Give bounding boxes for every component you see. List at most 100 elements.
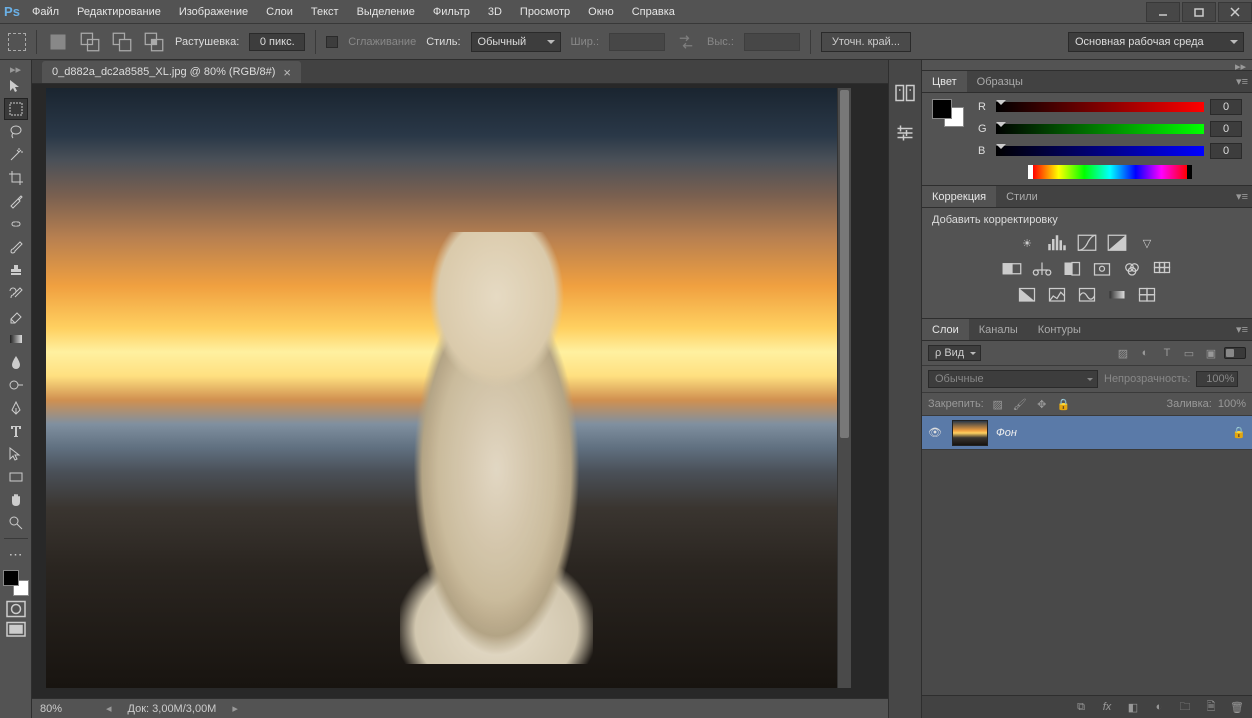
subtract-selection-icon[interactable]	[111, 31, 133, 53]
layer-visibility-icon[interactable]: 👁	[928, 426, 944, 439]
menu-file[interactable]: Файл	[24, 2, 67, 22]
menu-layers[interactable]: Слои	[258, 2, 301, 22]
menu-filter[interactable]: Фильтр	[425, 2, 478, 22]
zoom-level[interactable]: 80%	[40, 703, 90, 715]
window-close-button[interactable]	[1218, 2, 1252, 22]
filter-pixel-icon[interactable]: ▨	[1114, 345, 1132, 361]
canvas[interactable]	[46, 88, 851, 688]
layer-mask-icon[interactable]: ◧	[1124, 699, 1142, 715]
feather-input[interactable]	[249, 33, 305, 51]
style-dropdown[interactable]: Обычный	[471, 32, 561, 52]
tab-color[interactable]: Цвет	[922, 71, 967, 92]
document-tab[interactable]: 0_d882a_dc2a8585_XL.jpg @ 80% (RGB/8#) ×	[42, 61, 301, 83]
healing-brush-tool[interactable]	[4, 213, 28, 235]
lock-transparency-icon[interactable]: ▨	[990, 397, 1006, 411]
vertical-scrollbar[interactable]	[837, 88, 851, 688]
foreground-color[interactable]	[3, 570, 19, 586]
color-swatch[interactable]	[3, 570, 29, 596]
layer-filter-kind-dropdown[interactable]: ρ Вид	[928, 345, 981, 361]
quick-mask-icon[interactable]	[4, 599, 28, 619]
lock-position-icon[interactable]: ✥	[1034, 397, 1050, 411]
invert-icon[interactable]	[1017, 286, 1037, 304]
vibrance-icon[interactable]: ▽	[1137, 234, 1157, 252]
zoom-tool[interactable]	[4, 512, 28, 534]
filter-shape-icon[interactable]: ▭	[1180, 345, 1198, 361]
hand-tool[interactable]	[4, 489, 28, 511]
marquee-tool[interactable]	[4, 98, 28, 120]
link-layers-icon[interactable]: ⧉	[1072, 699, 1090, 715]
r-value[interactable]	[1210, 99, 1242, 115]
properties-panel-icon[interactable]	[893, 122, 917, 144]
filter-smartobject-icon[interactable]: ▣	[1202, 345, 1220, 361]
delete-layer-icon[interactable]: 🗑	[1228, 699, 1246, 715]
gradient-tool[interactable]	[4, 328, 28, 350]
r-slider[interactable]	[996, 102, 1204, 112]
layer-style-icon[interactable]: fx	[1098, 699, 1116, 715]
crop-tool[interactable]	[4, 167, 28, 189]
path-selection-tool[interactable]	[4, 443, 28, 465]
intersect-selection-icon[interactable]	[143, 31, 165, 53]
layers-panel-menu-icon[interactable]: ▾≡	[1236, 323, 1248, 336]
hue-saturation-icon[interactable]	[1002, 260, 1022, 278]
history-panel-icon[interactable]	[893, 82, 917, 104]
status-menu-icon[interactable]: ▸	[232, 702, 238, 715]
refine-edge-button[interactable]: Уточн. край...	[821, 32, 911, 52]
blend-mode-dropdown[interactable]: Обычные	[928, 370, 1098, 388]
history-brush-tool[interactable]	[4, 282, 28, 304]
dodge-tool[interactable]	[4, 374, 28, 396]
new-fill-adjustment-icon[interactable]: ◐	[1150, 699, 1168, 715]
gradient-map-icon[interactable]	[1107, 286, 1127, 304]
edit-toolbar-icon[interactable]: ⋯	[4, 543, 28, 565]
add-selection-icon[interactable]	[79, 31, 101, 53]
color-lookup-icon[interactable]	[1152, 260, 1172, 278]
lock-all-icon[interactable]: 🔒	[1056, 397, 1072, 411]
move-tool[interactable]	[4, 75, 28, 97]
new-layer-icon[interactable]: 🗎	[1202, 699, 1220, 715]
menu-select[interactable]: Выделение	[349, 2, 423, 22]
new-selection-icon[interactable]	[47, 31, 69, 53]
marquee-tool-preset-icon[interactable]	[8, 33, 26, 51]
tab-styles[interactable]: Стили	[996, 186, 1048, 207]
tab-adjustments[interactable]: Коррекция	[922, 186, 996, 207]
menu-window[interactable]: Окно	[580, 2, 622, 22]
brightness-contrast-icon[interactable]: ☀	[1017, 234, 1037, 252]
g-value[interactable]	[1210, 121, 1242, 137]
color-panel-menu-icon[interactable]: ▾≡	[1236, 75, 1248, 88]
menu-help[interactable]: Справка	[624, 2, 683, 22]
screen-mode-icon[interactable]	[4, 620, 28, 640]
blur-tool[interactable]	[4, 351, 28, 373]
color-balance-icon[interactable]	[1032, 260, 1052, 278]
layer-row[interactable]: 👁 Фон 🔒	[922, 416, 1252, 450]
curves-icon[interactable]	[1077, 234, 1097, 252]
filter-adjustment-icon[interactable]: ◐	[1136, 345, 1154, 361]
rectangle-tool[interactable]	[4, 466, 28, 488]
brush-tool[interactable]	[4, 236, 28, 258]
new-group-icon[interactable]: 🗀	[1176, 699, 1194, 715]
menu-text[interactable]: Текст	[303, 2, 347, 22]
pen-tool[interactable]	[4, 397, 28, 419]
menu-image[interactable]: Изображение	[171, 2, 256, 22]
collapse-tools-icon[interactable]: ▸▸	[0, 64, 31, 74]
opacity-value[interactable]: 100%	[1196, 371, 1238, 387]
b-value[interactable]	[1210, 143, 1242, 159]
posterize-icon[interactable]	[1047, 286, 1067, 304]
lock-image-icon[interactable]: 🖌	[1012, 397, 1028, 411]
color-spectrum[interactable]	[1028, 165, 1192, 179]
window-minimize-button[interactable]	[1146, 2, 1180, 22]
clone-stamp-tool[interactable]	[4, 259, 28, 281]
exposure-icon[interactable]	[1107, 234, 1127, 252]
filter-type-icon[interactable]: T	[1158, 345, 1176, 361]
workspace-dropdown[interactable]: Основная рабочая среда	[1068, 32, 1244, 52]
lasso-tool[interactable]	[4, 121, 28, 143]
eyedropper-tool[interactable]	[4, 190, 28, 212]
fill-value[interactable]: 100%	[1218, 398, 1246, 410]
b-slider[interactable]	[996, 146, 1204, 156]
window-maximize-button[interactable]	[1182, 2, 1216, 22]
layer-name[interactable]: Фон	[996, 427, 1224, 439]
channel-mixer-icon[interactable]	[1122, 260, 1142, 278]
levels-icon[interactable]	[1047, 234, 1067, 252]
status-prev-icon[interactable]: ◂	[106, 702, 112, 715]
eraser-tool[interactable]	[4, 305, 28, 327]
layer-thumbnail[interactable]	[952, 420, 988, 446]
menu-3d[interactable]: 3D	[480, 2, 510, 22]
